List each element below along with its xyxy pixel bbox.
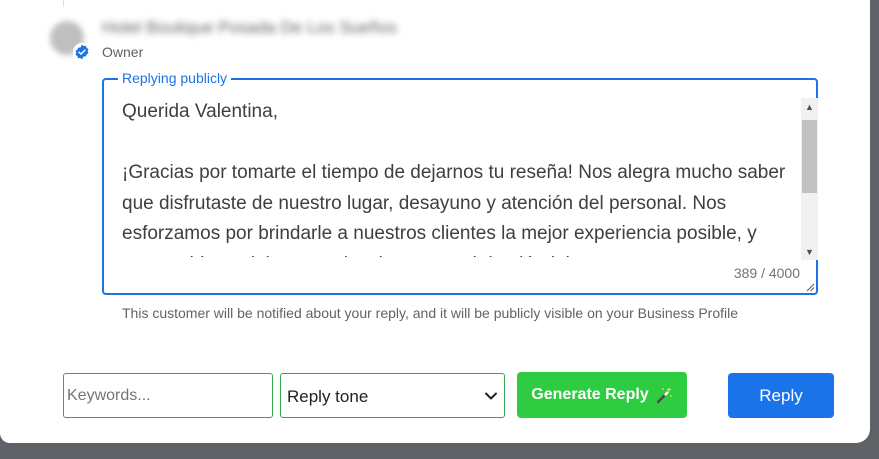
generate-reply-label: Generate Reply <box>531 386 649 403</box>
reply-button[interactable]: Reply <box>728 373 834 418</box>
resize-handle-icon[interactable] <box>805 282 815 292</box>
char-count: 389 / 4000 <box>733 265 800 281</box>
reply-tone-select[interactable]: Reply tone <box>280 373 505 418</box>
reply-scrollbar[interactable]: ▲ ▼ <box>801 98 818 260</box>
reply-textarea[interactable]: Replying publicly Querida Valentina, ¡Gr… <box>102 70 818 295</box>
scroll-up-icon[interactable]: ▲ <box>801 98 818 115</box>
reply-tone-value: Reply tone <box>287 387 369 406</box>
chevron-down-icon <box>485 392 497 400</box>
reply-dialog: Hotel Boutique Posada De Los Sueños Owne… <box>0 0 870 443</box>
reply-legend: Replying publicly <box>118 70 232 86</box>
owner-role: Owner <box>102 44 144 60</box>
reply-text[interactable]: Querida Valentina, ¡Gracias por tomarte … <box>122 97 786 257</box>
generate-reply-button[interactable]: Generate Reply <box>517 372 687 418</box>
thread-line <box>63 0 64 7</box>
keywords-input[interactable] <box>63 373 273 418</box>
owner-name: Hotel Boutique Posada De Los Sueños <box>102 18 397 37</box>
public-visibility-notice: This customer will be notified about you… <box>122 305 739 321</box>
scroll-down-icon[interactable]: ▼ <box>801 243 818 260</box>
scroll-thumb[interactable] <box>802 120 817 193</box>
verified-badge-icon <box>73 43 91 61</box>
magic-wand-icon <box>656 387 672 404</box>
